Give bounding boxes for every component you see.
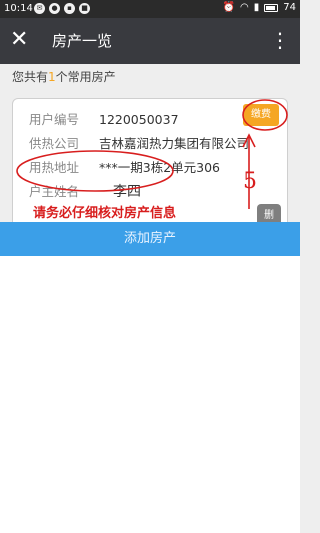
- add-property-button[interactable]: 添加房产: [0, 222, 300, 256]
- close-icon[interactable]: ✕: [10, 28, 28, 52]
- field-value: 李四: [113, 184, 141, 200]
- field-account-number: 用户编号 1220050037: [29, 109, 179, 128]
- battery-icon: [264, 3, 279, 12]
- annotation-number: 5: [243, 169, 257, 194]
- signal-icon: ▮: [253, 2, 260, 13]
- battery-level: 74: [283, 2, 296, 13]
- status-right: ⏰ ◠ ▮ 74: [223, 2, 296, 13]
- field-label: 供热公司: [29, 136, 80, 151]
- summary-suffix: 个常用房产: [55, 70, 116, 84]
- field-label: 户主姓名: [29, 184, 80, 199]
- annotation-note: 请务必仔细核对房产信息: [33, 206, 177, 221]
- wifi-icon: ◠: [240, 2, 249, 13]
- property-card[interactable]: 用户编号 1220050037 供热公司 吉林嘉润热力集团有限公司 用热地址 ***一…: [12, 98, 288, 237]
- property-summary: 您共有1个常用房产: [12, 68, 116, 85]
- property-count: 1: [48, 70, 56, 84]
- notification-icon: ✉: [34, 3, 45, 14]
- field-heating-company: 供热公司 吉林嘉润热力集团有限公司: [29, 133, 249, 152]
- summary-prefix: 您共有: [12, 70, 49, 84]
- field-value: ***一期3栋2单元306: [99, 160, 221, 175]
- field-value: 1220050037: [99, 112, 179, 127]
- nav-bar: ✕ 房产一览 ⋮: [0, 18, 300, 64]
- field-label: 用户编号: [29, 112, 80, 127]
- field-heating-address: 用热地址 ***一期3栋2单元306: [29, 157, 220, 176]
- alarm-icon: ⏰: [222, 2, 236, 13]
- field-value: 吉林嘉润热力集团有限公司: [99, 136, 250, 151]
- pay-button[interactable]: 缴费: [243, 104, 279, 126]
- field-owner-name: 户主姓名 李四: [29, 181, 141, 201]
- page-title: 房产一览: [52, 32, 113, 50]
- status-bar: 10:14 ✉ ● ▪ ■ ⏰ ◠ ▮ 74: [0, 0, 300, 18]
- more-menu-icon[interactable]: ⋮: [270, 28, 290, 52]
- message-icon: ▪: [64, 3, 75, 14]
- field-label: 用热地址: [29, 160, 80, 175]
- chat-icon: ●: [49, 3, 60, 14]
- status-time: 10:14: [4, 3, 33, 14]
- empty-content-area: [0, 256, 300, 533]
- app-icon: ■: [79, 3, 90, 14]
